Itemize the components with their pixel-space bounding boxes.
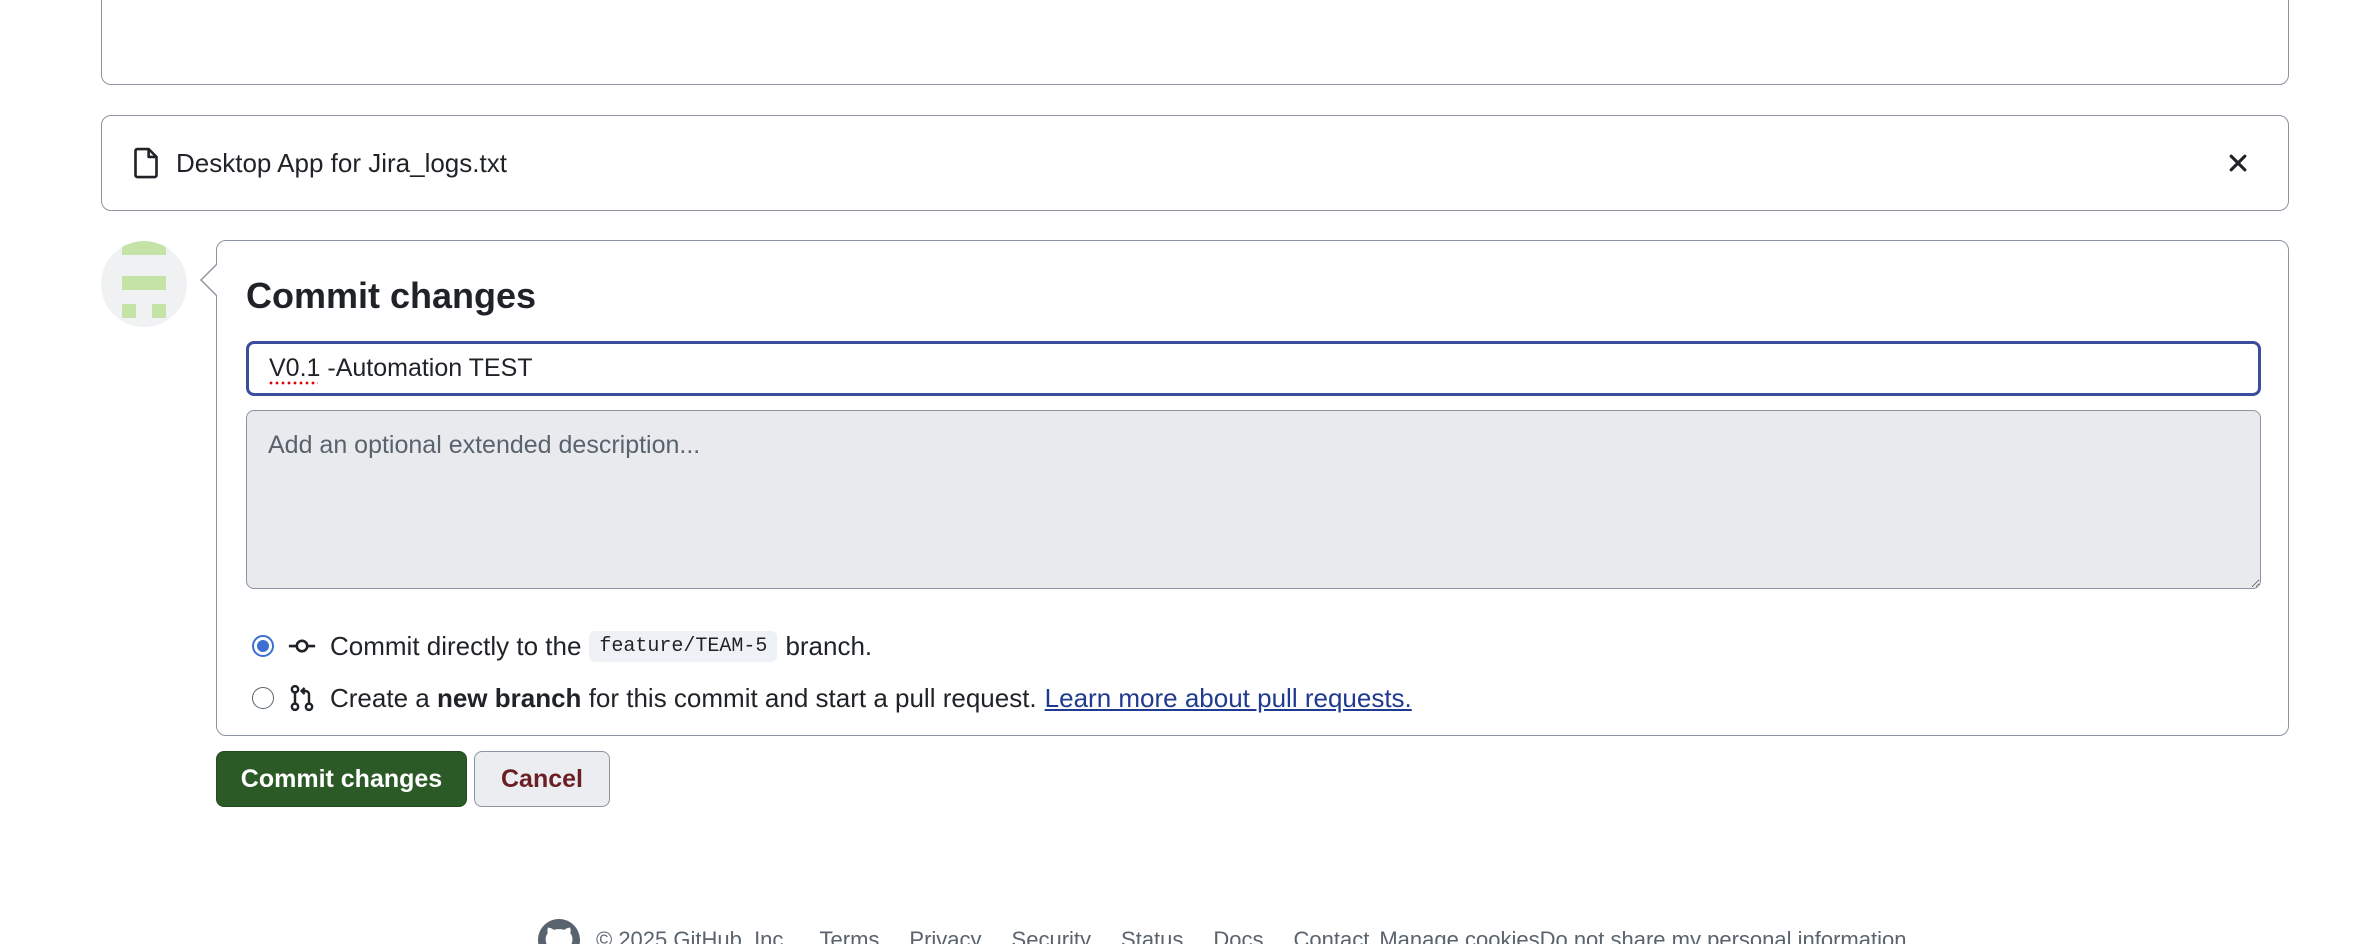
commit-direct-radio[interactable] bbox=[252, 635, 274, 657]
footer-link-contact[interactable]: Contact bbox=[1294, 927, 1370, 944]
commit-direct-option[interactable]: Commit directly to the feature/TEAM-5 br… bbox=[252, 626, 872, 666]
avatar[interactable] bbox=[101, 241, 187, 327]
commit-panel-title: Commit changes bbox=[246, 275, 537, 316]
new-branch-bold: new branch bbox=[436, 682, 582, 713]
branch-name: feature/TEAM-5 bbox=[589, 630, 778, 662]
learn-more-pull-requests-link[interactable]: Learn more about pull requests. bbox=[1045, 683, 1412, 714]
github-mark-icon[interactable] bbox=[538, 919, 580, 944]
commit-description-input[interactable] bbox=[246, 410, 2261, 589]
uploaded-file-row: Desktop App for Jira_logs.txt bbox=[101, 115, 2289, 211]
cancel-button[interactable]: Cancel bbox=[474, 751, 610, 807]
footer-link-manage-cookies[interactable]: Manage cookies bbox=[1379, 927, 1539, 944]
new-branch-prefix: Create a bbox=[330, 682, 430, 713]
close-icon bbox=[2229, 154, 2247, 172]
footer-link-terms[interactable]: Terms bbox=[820, 927, 880, 944]
file-icon bbox=[132, 147, 160, 179]
new-branch-option[interactable]: Create a new branch for this commit and … bbox=[252, 678, 1412, 718]
file-editor-area[interactable] bbox=[101, 0, 2289, 85]
commit-direct-suffix: branch. bbox=[785, 630, 873, 661]
footer-copyright: © 2025 GitHub, Inc. bbox=[596, 927, 790, 944]
site-footer: © 2025 GitHub, Inc. Terms Privacy Securi… bbox=[538, 919, 1907, 944]
commit-changes-button[interactable]: Commit changes bbox=[216, 751, 467, 807]
footer-link-status[interactable]: Status bbox=[1121, 927, 1183, 944]
commit-summary-input[interactable] bbox=[246, 341, 2261, 396]
remove-file-button[interactable] bbox=[2218, 143, 2258, 183]
git-commit-icon bbox=[288, 632, 316, 660]
commit-direct-prefix: Commit directly to the bbox=[330, 630, 582, 661]
git-pull-request-icon bbox=[288, 684, 316, 712]
footer-link-security[interactable]: Security bbox=[1012, 927, 1091, 944]
new-branch-suffix: for this commit and start a pull request… bbox=[588, 682, 1037, 713]
footer-link-do-not-share[interactable]: Do not share my personal information bbox=[1540, 927, 1907, 944]
footer-link-docs[interactable]: Docs bbox=[1213, 927, 1263, 944]
footer-link-privacy[interactable]: Privacy bbox=[909, 927, 981, 944]
file-name: Desktop App for Jira_logs.txt bbox=[176, 147, 507, 178]
new-branch-radio[interactable] bbox=[252, 687, 274, 709]
page: Desktop App for Jira_logs.txt Commit cha… bbox=[0, 0, 2373, 944]
